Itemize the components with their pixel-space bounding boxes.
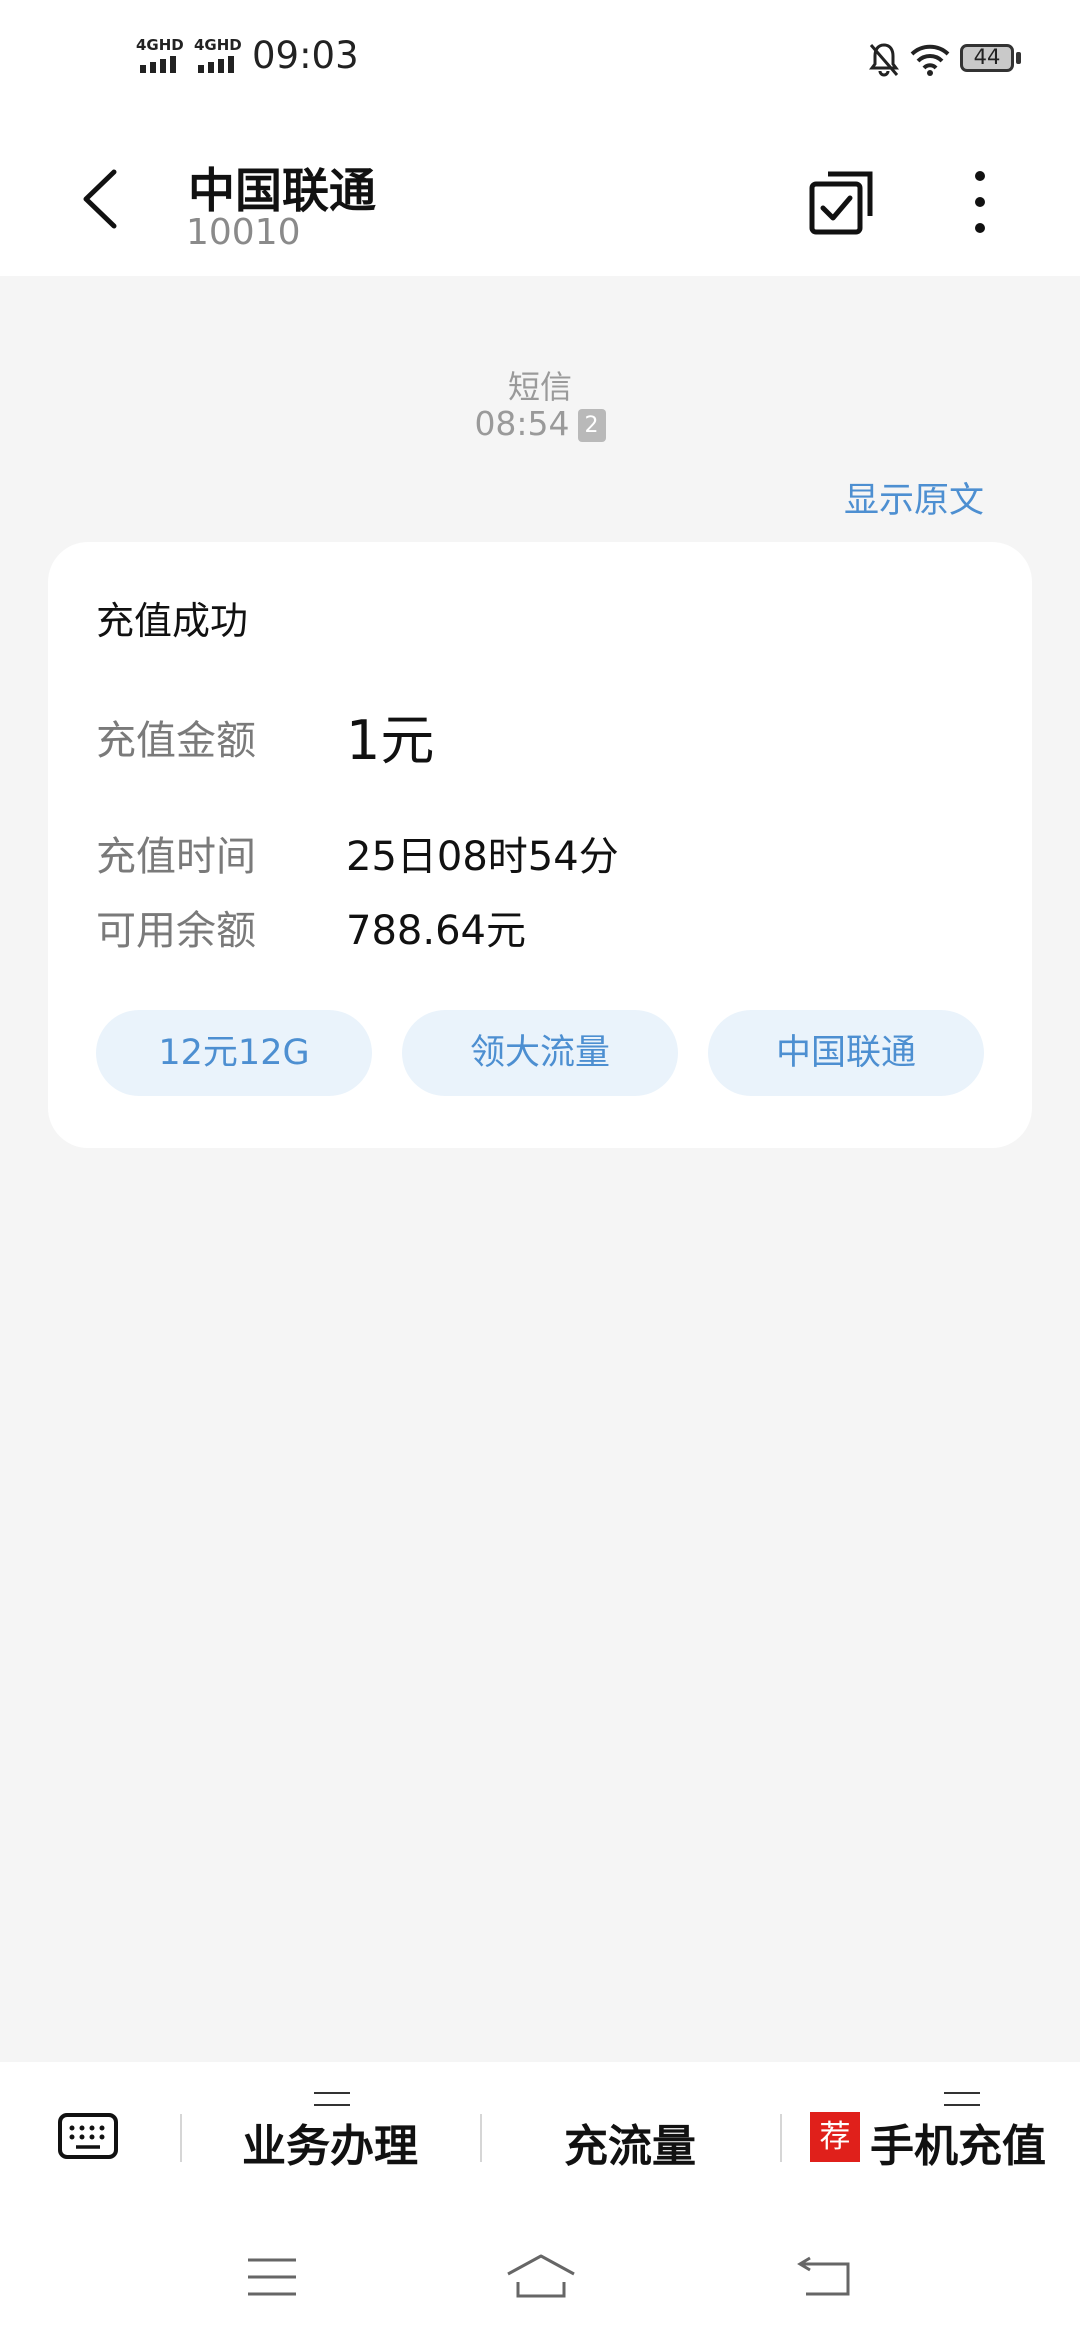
chip-12yuan-12g[interactable]: 12元12G: [96, 1010, 372, 1096]
submenu-indicator-icon: [944, 2092, 980, 2106]
card-title: 充值成功: [96, 599, 249, 643]
wifi-icon: [910, 44, 950, 76]
row-value-time: 25日08时54分: [346, 834, 619, 880]
sim-slot-icon: 2: [577, 409, 606, 442]
signal-icon: 4GHD: [194, 36, 254, 76]
menu-nav-icon[interactable]: [246, 2256, 298, 2298]
menu-phone-recharge[interactable]: 荐手机充值: [810, 2110, 1046, 2174]
battery-level: 44: [973, 45, 1001, 69]
row-value-balance: 788.64元: [346, 908, 526, 954]
menu-divider: [780, 2114, 782, 2162]
message-type-label: 短信: [507, 368, 572, 406]
back-arrow-icon[interactable]: [76, 164, 126, 234]
home-nav-icon[interactable]: [504, 2252, 578, 2302]
menu-divider: [480, 2114, 482, 2162]
menu-data-recharge[interactable]: 充流量: [564, 2110, 696, 2174]
conversation-header: 中国联通 10010: [0, 120, 1080, 276]
battery-tip: [1016, 52, 1021, 64]
chip-china-unicom[interactable]: 中国联通: [708, 1010, 984, 1096]
row-value-amount: 1元: [346, 709, 435, 772]
signal-icon: 4GHD: [136, 36, 196, 76]
chip-get-data[interactable]: 领大流量: [402, 1010, 678, 1096]
row-label-time: 充值时间: [96, 834, 256, 880]
recharge-card: 充值成功 充值金额 1元 充值时间 25日08时54分 可用余额 788.64元…: [48, 542, 1032, 1148]
message-time: 08:54: [474, 404, 570, 443]
row-label-amount: 充值金额: [96, 718, 256, 764]
message-timestamp: 08:54 2: [0, 404, 1080, 443]
recommend-badge: 荐: [810, 2112, 860, 2162]
contact-name: 中国联通: [188, 164, 376, 219]
battery-icon: 44: [960, 44, 1014, 72]
signal-label: 4GHD: [194, 36, 242, 54]
signal-label: 4GHD: [136, 36, 184, 54]
menu-phone-recharge-label: 手机充值: [870, 2121, 1046, 2172]
more-vertical-icon[interactable]: [960, 166, 1000, 238]
status-time: 09:03: [252, 34, 359, 77]
menu-business[interactable]: 业务办理: [242, 2110, 418, 2174]
bottom-menu-bar: 业务办理 充流量 荐手机充值: [0, 2062, 1080, 2340]
row-label-balance: 可用余额: [96, 908, 256, 954]
show-original-link[interactable]: 显示原文: [844, 472, 984, 523]
menu-divider: [180, 2114, 182, 2162]
mute-notification-icon: [869, 43, 899, 77]
contact-number: 10010: [186, 212, 301, 253]
multi-select-icon[interactable]: [808, 168, 878, 238]
submenu-indicator-icon: [314, 2092, 350, 2106]
status-bar: 4GHD 4GHD 09:03 44: [0, 0, 1080, 120]
back-nav-icon[interactable]: [796, 2256, 852, 2298]
keyboard-icon[interactable]: [58, 2113, 118, 2159]
